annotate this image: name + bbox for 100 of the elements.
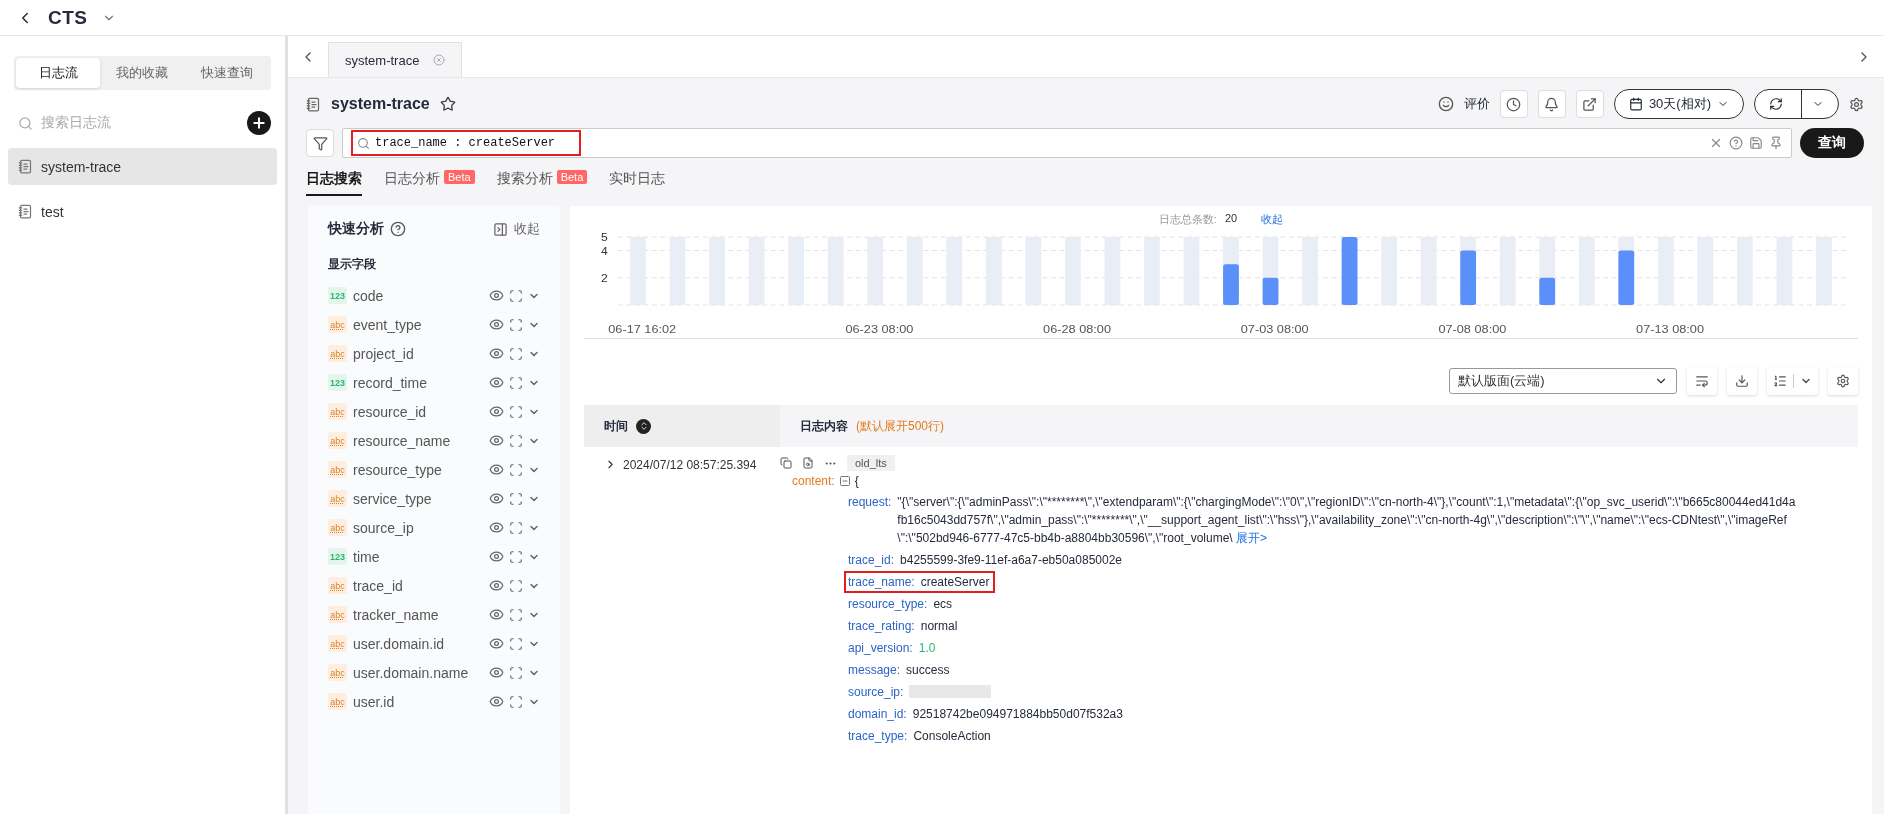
share-button[interactable] [1575,90,1604,118]
eye-icon[interactable] [489,549,504,564]
field-name: resource_name [353,432,452,449]
field-type-badge: abc [328,635,347,652]
help-icon[interactable] [390,221,406,237]
eye-icon[interactable] [489,578,504,593]
field-name: event_type [353,316,423,333]
layout-select[interactable]: 默认版面(云端) [1449,368,1677,394]
scan-icon[interactable] [509,665,523,680]
query-input[interactable]: trace_name : createServer [351,130,581,156]
field-name: resource_id [353,403,428,420]
scan-icon[interactable] [509,491,523,506]
scan-icon[interactable] [509,346,523,361]
eye-icon[interactable] [489,665,504,680]
log-stream-item[interactable]: system-trace [8,148,277,185]
eye-icon[interactable] [489,317,504,332]
eye-icon[interactable] [489,520,504,535]
collapse-link[interactable]: 收起 [1261,212,1284,227]
total-label: 日志总条数: [1158,212,1217,227]
log-stream-item[interactable]: test [8,193,277,230]
field-type-badge: 123 [328,374,347,391]
segment-tab[interactable]: 我的收藏 [100,58,185,88]
scan-icon[interactable] [509,549,523,564]
file-search-icon[interactable] [802,457,814,469]
scan-icon[interactable] [509,636,523,651]
add-button[interactable] [247,111,271,135]
bar [1460,250,1477,305]
tab-label: system-trace [345,52,420,68]
calendar-icon [1628,97,1643,111]
field-type-badge: abc [328,606,347,623]
settings-icon[interactable] [1849,96,1864,112]
expand-link[interactable]: 展开> [1236,531,1267,545]
time-range-button[interactable]: 30天(相对) [1613,89,1744,119]
eye-icon[interactable] [489,433,504,448]
clear-icon[interactable] [1709,136,1723,150]
field-name: user.domain.id [353,635,446,652]
eye-icon[interactable] [489,404,504,419]
total-count: 20 [1224,212,1238,226]
log-key: trace_id: [848,551,895,569]
filter-button[interactable] [306,129,334,157]
eye-icon[interactable] [489,607,504,622]
scan-icon[interactable] [509,317,523,332]
scan-icon[interactable] [509,433,523,448]
history-button[interactable] [1499,90,1528,118]
refresh-icon [1769,97,1783,111]
field-type-badge: abc [328,432,347,449]
save-icon[interactable] [1749,136,1763,150]
scan-icon[interactable] [509,607,523,622]
log-value: createServer [920,574,990,591]
x-tick-label: 07-03 08:00 [1240,323,1309,335]
settings-icon [1836,374,1850,388]
scan-icon[interactable] [509,404,523,419]
copy-icon[interactable] [780,457,792,469]
refresh-button[interactable] [1754,89,1839,119]
eye-icon[interactable] [489,288,504,303]
external-link-icon [1582,96,1598,112]
log-key: trace_rating: [848,617,915,635]
analysis-tab[interactable]: 搜索分析 Beta [496,170,588,196]
field-name: tracker_name [353,606,440,623]
analysis-tab[interactable]: 实时日志 [609,170,666,196]
sort-icon[interactable] [636,418,651,434]
analysis-tab[interactable]: 日志分析 Beta [384,170,475,196]
scan-icon[interactable] [509,520,523,535]
scan-icon[interactable] [509,375,523,390]
eye-icon[interactable] [489,636,504,651]
feedback-link[interactable]: 评价 [1463,95,1490,113]
scan-icon[interactable] [509,462,523,477]
section-title: 显示字段 [328,256,377,273]
scan-icon[interactable] [509,578,523,593]
eye-icon[interactable] [489,694,504,709]
scan-icon[interactable] [509,288,523,303]
field-name: trace_id [353,577,404,594]
segment-tab[interactable]: 快速查询 [184,58,269,88]
segment-tab[interactable]: 日志流 [16,58,101,88]
document-tab[interactable]: system-trace [328,42,463,77]
search-placeholder: 搜索日志流 [41,114,111,132]
alarm-button[interactable] [1537,90,1566,118]
eye-icon[interactable] [489,462,504,477]
notebook-icon [18,204,33,219]
log-value: b4255599-3fe9-11ef-a6a7-eb50a085002e [900,552,1122,569]
star-icon[interactable] [439,96,456,112]
app-title: CTS [48,6,88,29]
log-key: trace_type: [848,727,908,745]
pin-icon[interactable] [1769,136,1783,150]
bar [1341,237,1358,305]
query-button[interactable]: 查询 [1800,128,1864,158]
analysis-tab[interactable]: 日志搜索 [306,170,362,196]
help-icon[interactable] [1729,136,1743,150]
panel-icon [493,221,508,237]
field-type-badge: abc [328,693,347,710]
collapse-button[interactable]: 收起 [493,220,540,238]
eye-icon[interactable] [489,375,504,390]
scan-icon[interactable] [509,694,523,709]
smiley-icon[interactable] [1437,96,1454,112]
brace: { [854,474,859,488]
collapse-icon[interactable] [838,475,851,487]
eye-icon[interactable] [489,346,504,361]
field-name: resource_type [353,461,443,478]
bar [1539,277,1556,305]
eye-icon[interactable] [489,491,504,506]
